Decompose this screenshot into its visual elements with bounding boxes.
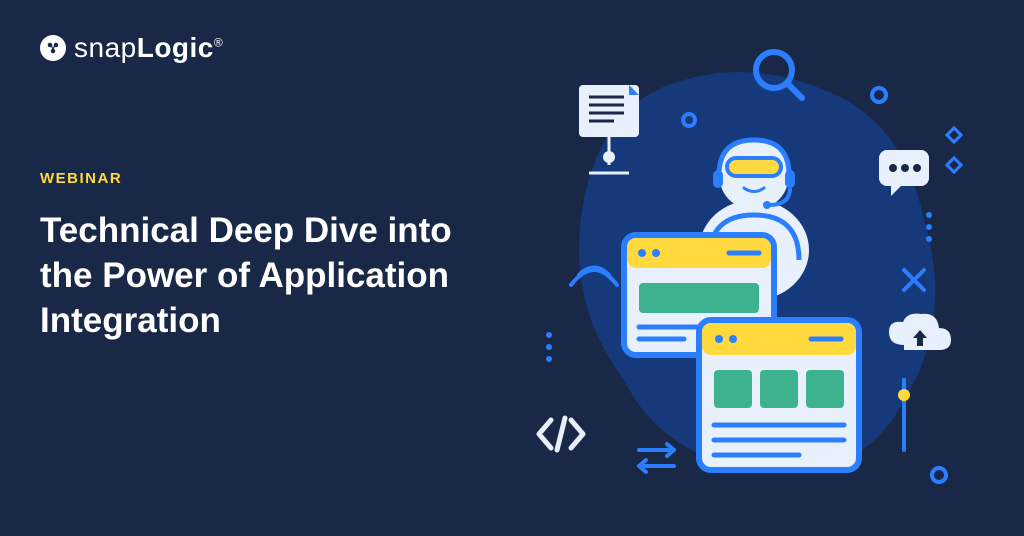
code-icon <box>539 418 583 450</box>
logo-registered: ® <box>214 36 223 50</box>
logo-suffix: Logic <box>137 32 214 63</box>
logo-text: snapLogic® <box>74 32 223 64</box>
logo-icon <box>40 35 66 61</box>
hero-illustration <box>484 20 1004 520</box>
dot-icon <box>932 468 946 482</box>
diamond-icon <box>947 158 961 172</box>
headline-text: Technical Deep Dive into the Power of Ap… <box>40 209 460 343</box>
brand-logo: snapLogic® <box>40 32 223 64</box>
browser-window-icon <box>699 320 859 470</box>
arrows-icon <box>639 444 674 472</box>
dots-icon <box>926 212 932 242</box>
diamond-icon <box>947 128 961 142</box>
dots-icon <box>546 332 552 362</box>
dot-icon <box>872 88 886 102</box>
logo-prefix: snap <box>74 32 137 63</box>
content-block: WEBINAR Technical Deep Dive into the Pow… <box>40 170 460 343</box>
eyebrow-label: WEBINAR <box>40 170 460 187</box>
